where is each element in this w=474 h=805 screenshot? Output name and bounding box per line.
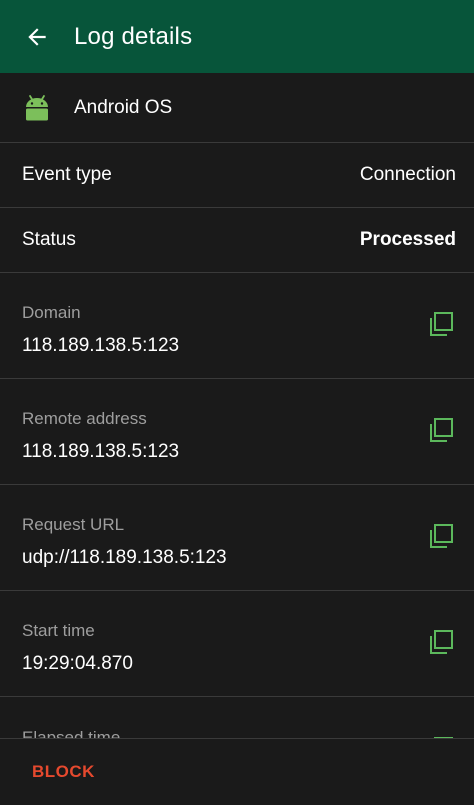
elapsed-time-row: Elapsed time xyxy=(0,700,474,738)
request-url-value: udp://118.189.138.5:123 xyxy=(22,547,227,568)
app-bar: Log details xyxy=(0,0,474,73)
app-icon-container xyxy=(0,94,74,122)
remote-address-value: 118.189.138.5:123 xyxy=(22,441,180,462)
copy-icon[interactable] xyxy=(426,521,456,551)
remote-address-label: Remote address xyxy=(22,409,147,428)
status-value: Processed xyxy=(359,229,456,250)
arrow-left-icon xyxy=(28,27,46,46)
start-time-value: 19:29:04.870 xyxy=(22,653,133,674)
start-time-label: Start time xyxy=(22,621,95,640)
event-type-value: Connection xyxy=(359,164,456,185)
domain-value: 118.189.138.5:123 xyxy=(22,335,180,356)
app-name: Android OS xyxy=(74,96,173,118)
back-button[interactable] xyxy=(0,0,74,73)
app-row: Android OS xyxy=(0,73,474,143)
request-url-label: Request URL xyxy=(22,515,125,534)
domain-label: Domain xyxy=(22,303,81,322)
elapsed-time-label: Elapsed time xyxy=(22,728,121,738)
copy-icon[interactable] xyxy=(426,627,456,657)
remote-address-row: Remote address 118.189.138.5:123 xyxy=(0,379,474,485)
copy-icon[interactable] xyxy=(426,309,456,339)
android-icon xyxy=(26,94,48,120)
status-row: Status Processed xyxy=(0,208,474,273)
page-title: Log details xyxy=(74,22,193,50)
block-button[interactable]: BLOCK xyxy=(32,762,95,782)
event-type-row: Event type Connection xyxy=(0,143,474,208)
start-time-row: Start time 19:29:04.870 xyxy=(0,591,474,697)
request-url-row: Request URL udp://118.189.138.5:123 xyxy=(0,485,474,591)
domain-row: Domain 118.189.138.5:123 xyxy=(0,273,474,379)
status-label: Status xyxy=(22,229,76,250)
bottom-action-bar: BLOCK xyxy=(0,738,474,805)
copy-icon[interactable] xyxy=(426,415,456,445)
event-type-label: Event type xyxy=(22,164,112,185)
